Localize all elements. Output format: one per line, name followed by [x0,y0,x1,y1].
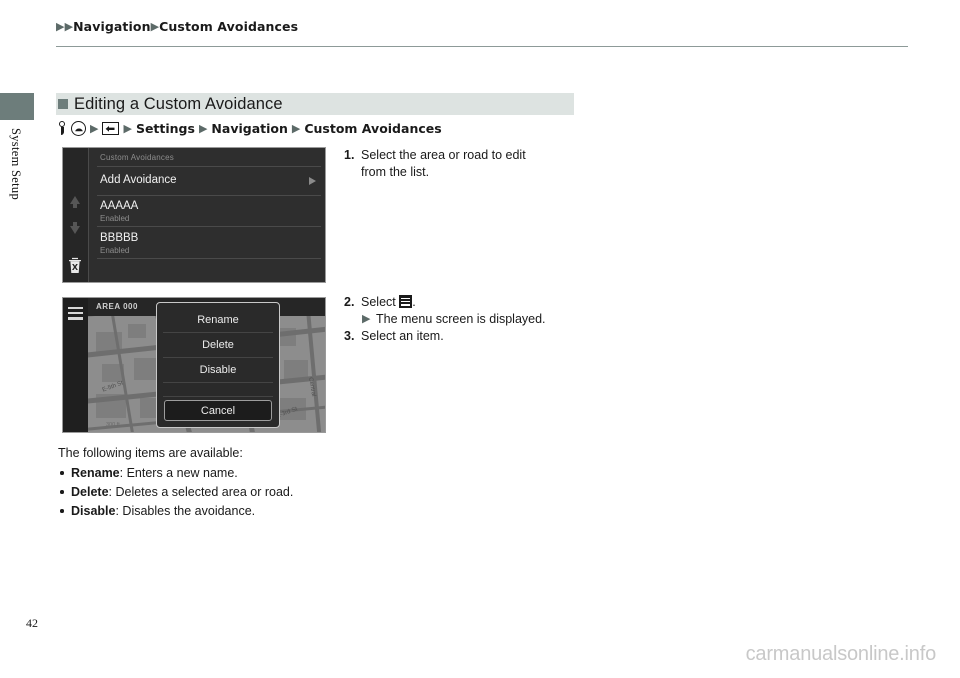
map-side-rail [63,298,88,432]
navpath-item-settings: Settings [135,121,195,136]
back-icon [102,122,120,135]
navpath-arrow-icon: ▶ [90,122,99,135]
context-menu-popup: Rename Delete Disable Cancel [156,302,280,428]
navpath-arrow-icon: ▶ [198,122,208,135]
map-area-label: AREA 000 [96,302,138,311]
available-items-intro: The following items are available: [58,446,243,460]
scroll-up-icon[interactable] [70,196,80,208]
watermark: carmanualsonline.info [745,643,937,665]
result-arrow-icon: ▶ [362,313,371,325]
bullet-icon [60,509,64,513]
list-divider [97,226,321,227]
breadcrumb: ▶▶Navigation▶Custom Avoidances [56,19,298,34]
navpath-arrow-icon: ▶ [123,122,132,135]
scroll-down-icon[interactable] [70,222,80,234]
chapter-label: System Setup [9,128,23,201]
navigation-path: ▶ ▶ Settings ▶ Navigation ▶ Custom Avoid… [58,121,442,136]
list-header-title: Custom Avoidances [100,153,174,162]
list-divider [97,166,321,167]
list-item-status: Enabled [100,246,130,255]
menu-divider [163,332,273,333]
hamburger-menu-icon [399,295,413,308]
page-number: 42 [26,616,38,630]
svg-text:X: X [72,263,79,272]
item-name: Delete [71,485,109,499]
item-desc: : Disables the avoidance. [115,504,256,518]
step-text: Select an item. [361,329,444,343]
breadcrumb-item-custom-avoidances: Custom Avoidances [159,19,299,34]
step-text-suffix: . [412,295,416,309]
menu-divider [163,396,273,397]
step-1: 1. Select the area or road to edit from … [344,147,594,181]
step-2-and-3: 2. Select . ▶ The menu screen is display… [344,294,594,345]
menu-item-rename[interactable]: Rename [157,314,279,326]
screenshot-custom-avoidances-list: X Custom Avoidances Add Avoidance AAAAA … [62,147,326,283]
hamburger-menu-icon[interactable] [68,307,83,323]
step-3: 3. Select an item. [344,328,594,345]
breadcrumb-arrow-icon: ▶ [150,20,160,33]
map-canvas[interactable]: AREA 000 E-5th St E-1st St E-3rd St Cent… [88,298,325,432]
bullet-icon [60,471,64,475]
header-divider [56,46,908,47]
navpath-item-custom-avoidances: Custom Avoidances [304,121,442,136]
menu-divider [163,382,273,383]
available-item-delete: Delete: Deletes a selected area or road. [58,483,418,502]
menu-divider [163,357,273,358]
step-number: 3. [344,329,355,343]
list-divider [97,258,321,259]
breadcrumb-arrow-icon: ▶ [56,20,65,33]
menu-item-disable[interactable]: Disable [157,364,279,376]
step-2-result: ▶ The menu screen is displayed. [344,311,594,328]
list-item-label: AAAAA [100,200,139,212]
breadcrumb-arrow-icon: ▶ [64,20,74,33]
list-item-label: Add Avoidance [100,174,177,186]
step-number: 1. [344,148,355,162]
step-2: 2. Select . [344,294,594,311]
section-heading: Editing a Custom Avoidance [58,92,283,116]
available-items-block: The following items are available: Renam… [58,444,418,521]
home-icon [71,121,86,136]
delete-icon[interactable]: X [67,257,83,274]
menu-item-delete[interactable]: Delete [157,339,279,351]
chapter-tab [0,93,34,120]
list-item-label: BBBBB [100,232,139,244]
available-item-rename: Rename: Enters a new name. [58,464,418,483]
navpath-arrow-icon: ▶ [291,122,301,135]
chevron-right-icon [309,177,316,185]
navpath-item-navigation: Navigation [211,121,288,136]
map-scale-label: 300 ft [106,422,120,428]
list-item-status: Enabled [100,214,130,223]
list-divider [97,195,321,196]
step-number: 2. [344,295,355,309]
cancel-button[interactable]: Cancel [164,400,272,421]
key-icon [58,121,67,136]
heading-square-icon [58,99,68,109]
breadcrumb-item-navigation: Navigation [73,19,151,34]
bullet-icon [60,490,64,494]
item-name: Disable [71,504,116,518]
step-text-line2: from the list. [361,165,430,179]
available-item-disable: Disable: Disables the avoidance. [58,502,418,521]
step-result-text: The menu screen is displayed. [376,312,546,326]
list-side-rail: X [63,148,89,282]
page-title: Editing a Custom Avoidance [74,94,283,113]
step-text-line1: Select the area or road to edit [361,148,526,162]
avoidance-list: Custom Avoidances Add Avoidance AAAAA En… [89,148,325,282]
step-text: Select [361,295,396,309]
screenshot-map-context-menu: AREA 000 E-5th St E-1st St E-3rd St Cent… [62,297,326,433]
item-desc: : Deletes a selected area or road. [108,485,294,499]
item-desc: : Enters a new name. [119,466,238,480]
item-name: Rename [71,466,120,480]
